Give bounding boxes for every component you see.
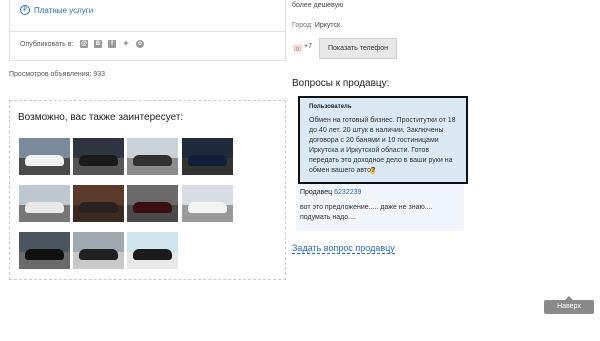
seller-id-link[interactable]: 6232239 <box>334 189 361 196</box>
car-thumb-8[interactable] <box>182 185 233 222</box>
recommendations-title: Возможно, вас также заинтересует: <box>18 112 184 123</box>
facebook-icon[interactable]: f <box>108 40 116 48</box>
phone-prefix: +7 <box>304 43 312 50</box>
share-icons: @ В f ✦ o <box>80 40 144 48</box>
back-to-top-button[interactable]: Наверх <box>544 296 594 314</box>
car-thumb-3[interactable] <box>127 138 178 175</box>
car-thumb-10[interactable] <box>73 232 124 269</box>
ask-seller-link[interactable]: Задать вопрос продавцу <box>292 243 395 254</box>
paid-services-link[interactable]: ₽ Платные услуги <box>20 5 93 15</box>
car-thumb-5[interactable] <box>19 185 70 222</box>
car-thumb-4[interactable] <box>182 138 233 175</box>
share-label: Опубликовать в: <box>20 41 74 48</box>
city-label: Город: <box>292 22 313 29</box>
vk-icon[interactable]: В <box>94 40 102 48</box>
car-thumb-7[interactable] <box>127 185 178 222</box>
paid-services-label: Платные услуги <box>34 5 94 15</box>
car-thumb-9[interactable] <box>19 232 70 269</box>
phone-icon: ☏ <box>292 43 304 53</box>
show-phone-button[interactable]: Показать телефон <box>319 38 397 59</box>
car-thumb-11[interactable] <box>127 232 178 269</box>
answer-header: Продавец 6232239 <box>300 189 361 196</box>
question-text: Обмен на готовый бизнес. Проститутки от … <box>309 116 459 176</box>
car-thumb-6[interactable] <box>73 185 124 222</box>
city-row: Город: Иркутск <box>292 22 340 29</box>
question-body: Обмен на готовый бизнес. Проститутки от … <box>309 117 456 174</box>
question-mark: ? <box>371 167 376 174</box>
car-thumb-2[interactable] <box>73 138 124 175</box>
odnoklassniki-icon[interactable]: o <box>136 40 144 48</box>
car-thumb-1[interactable] <box>19 138 70 175</box>
answer-seller-label: Продавец <box>300 189 333 196</box>
info-icon: ₽ <box>20 5 30 15</box>
questions-title: Вопросы к продавцу: <box>292 78 390 89</box>
divider <box>9 31 285 32</box>
twitter-icon[interactable]: ✦ <box>122 40 130 48</box>
city-value: Иркутск <box>314 22 341 29</box>
question-author: Пользователь <box>309 104 352 110</box>
description-tail: более дешевую <box>292 2 344 9</box>
views-count: Просмотров объявления: 933 <box>9 71 106 78</box>
answer-text: вот это предложение..... даже не знаю...… <box>300 204 433 221</box>
mail-icon[interactable]: @ <box>80 40 88 48</box>
